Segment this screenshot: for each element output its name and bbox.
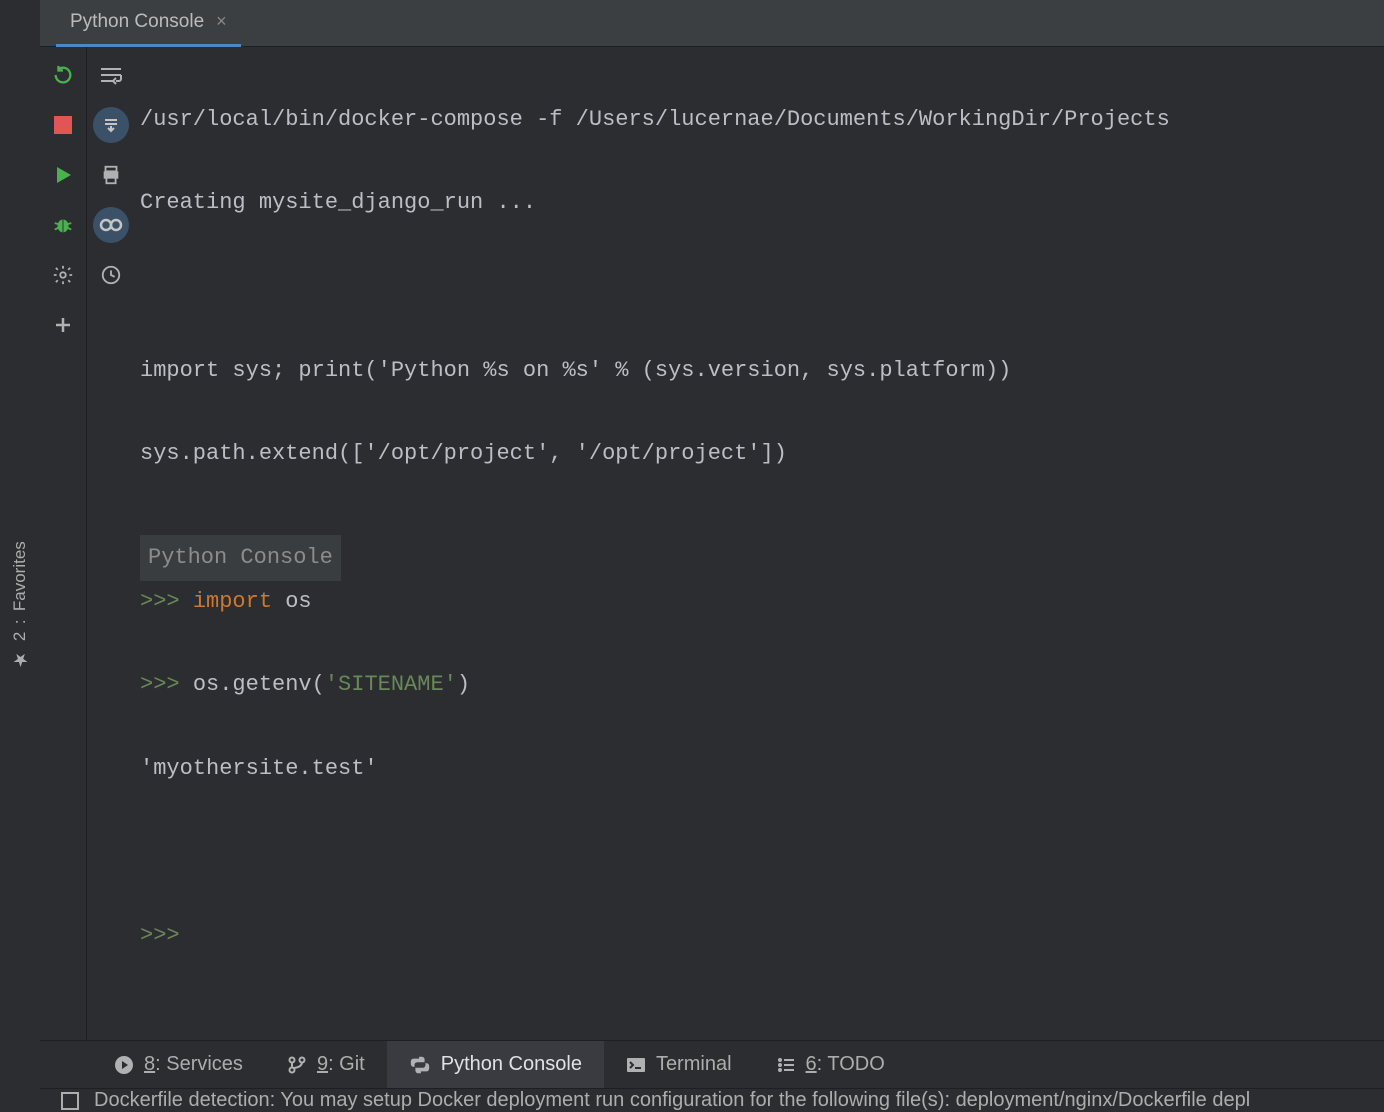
tab-terminal[interactable]: Terminal <box>604 1041 754 1089</box>
show-variables-button[interactable] <box>93 207 129 243</box>
left-toolbar <box>40 47 87 1040</box>
favorites-tab[interactable]: ★ 2: Favorites <box>5 531 35 680</box>
tab-python-console[interactable]: Python Console × <box>56 0 241 47</box>
notification-bar: Dockerfile detection: You may setup Dock… <box>40 1088 1384 1112</box>
settings-button[interactable] <box>49 261 77 289</box>
notification-text: Dockerfile detection: You may setup Dock… <box>94 1089 1250 1112</box>
console-line: >>> os.getenv('SITENAME') <box>140 664 1384 706</box>
console-line: import sys; print('Python %s on %s' % (s… <box>140 350 1384 392</box>
tab-services[interactable]: 8: Services <box>92 1041 265 1089</box>
tab-todo[interactable]: 6: TODO <box>754 1041 907 1089</box>
close-icon[interactable]: × <box>216 11 227 32</box>
scroll-to-end-button[interactable] <box>93 107 129 143</box>
console-line: 'myothersite.test' <box>140 748 1384 790</box>
soft-wrap-button[interactable] <box>97 61 125 89</box>
left-gutter: ★ 2: Favorites <box>0 0 40 780</box>
favorites-number: 2 <box>10 632 30 641</box>
favorites-label: Favorites <box>10 541 30 611</box>
rerun-button[interactable] <box>49 61 77 89</box>
python-icon <box>409 1054 431 1076</box>
notification-icon <box>60 1091 80 1111</box>
git-branch-icon <box>287 1055 307 1075</box>
run-button[interactable] <box>49 161 77 189</box>
console-line: >>> import os <box>140 581 1384 623</box>
console-line: /usr/local/bin/docker-compose -f /Users/… <box>140 99 1384 141</box>
history-button[interactable] <box>97 261 125 289</box>
star-icon: ★ <box>9 649 31 670</box>
tab-bar: Python Console × <box>40 0 1384 47</box>
debug-button[interactable] <box>49 211 77 239</box>
console-output[interactable]: /usr/local/bin/docker-compose -f /Users/… <box>134 47 1384 1040</box>
play-circle-icon <box>114 1055 134 1075</box>
tab-git[interactable]: 9: Git <box>265 1041 387 1089</box>
console-line <box>140 266 1384 308</box>
console-label: Python Console <box>140 535 341 581</box>
stop-button[interactable] <box>49 111 77 139</box>
console-line: sys.path.extend(['/opt/project', '/opt/p… <box>140 433 1384 475</box>
console-prompt[interactable]: >>> <box>140 915 1384 957</box>
list-icon <box>776 1055 796 1075</box>
console-toolbar <box>87 47 134 1040</box>
terminal-icon <box>626 1055 646 1075</box>
console-line: Creating mysite_django_run ... <box>140 182 1384 224</box>
bottom-tab-bar: 8: Services 9: Git Python Console <box>40 1040 1384 1088</box>
tab-python-console-bottom[interactable]: Python Console <box>387 1041 604 1089</box>
console-line <box>140 831 1384 873</box>
print-button[interactable] <box>97 161 125 189</box>
new-console-button[interactable] <box>49 311 77 339</box>
